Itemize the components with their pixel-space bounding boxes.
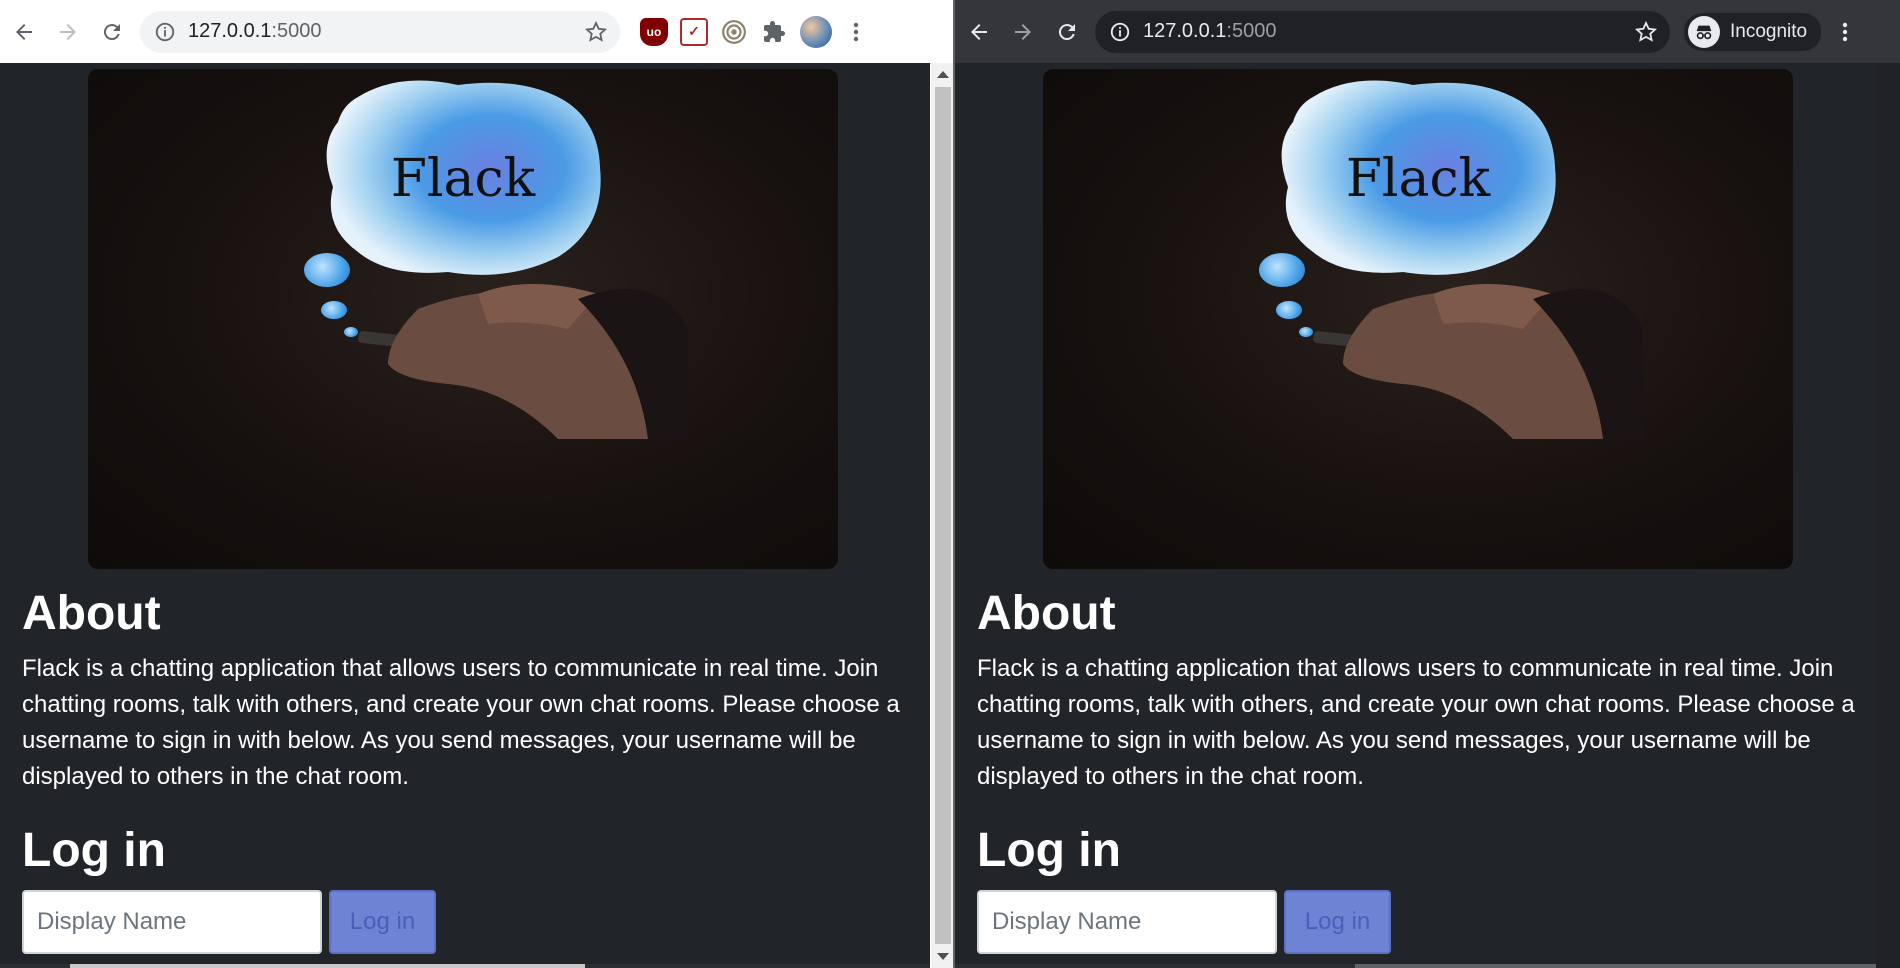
url-text: 127.0.0.1:5000 bbox=[188, 20, 322, 42]
bookmark-star-icon[interactable] bbox=[584, 20, 608, 44]
incognito-label: Incognito bbox=[1730, 20, 1808, 42]
reload-button[interactable] bbox=[92, 12, 132, 52]
browser-toolbar: 127.0.0.1:5000 uo ✓ bbox=[0, 0, 955, 64]
about-paragraph: Flack is a chatting application that all… bbox=[977, 655, 1855, 790]
url-text: 127.0.0.1:5000 bbox=[1143, 20, 1277, 42]
horizontal-scrollbar[interactable] bbox=[955, 964, 1885, 968]
about-paragraph: Flack is a chatting application that all… bbox=[22, 655, 900, 790]
reload-button[interactable] bbox=[1047, 12, 1087, 52]
login-button[interactable]: Log in bbox=[329, 890, 436, 954]
target-icon[interactable] bbox=[720, 18, 748, 46]
browser-window-right-incognito: 127.0.0.1:5000 Incognito Flack About Fla… bbox=[955, 0, 1900, 968]
forward-arrow-icon bbox=[60, 23, 76, 40]
back-button[interactable] bbox=[959, 12, 999, 52]
hero-image: Flack bbox=[1043, 69, 1793, 569]
vertical-scrollbar[interactable] bbox=[931, 63, 955, 968]
browser-window-left: 127.0.0.1:5000 uo ✓ Flack About Flack is… bbox=[0, 0, 955, 968]
vertical-scrollbar[interactable] bbox=[1876, 63, 1900, 968]
pocket-icon[interactable]: ✓ bbox=[680, 17, 708, 46]
thought-bubble bbox=[1276, 301, 1302, 319]
login-heading: Log in bbox=[977, 824, 1121, 877]
page-viewport: Flack About Flack is a chatting applicat… bbox=[0, 63, 930, 968]
horizontal-scrollbar[interactable] bbox=[0, 964, 930, 968]
address-bar[interactable]: 127.0.0.1:5000 bbox=[1095, 10, 1670, 53]
login-form: Log in bbox=[22, 890, 436, 954]
bookmark-star-icon[interactable] bbox=[1634, 20, 1658, 44]
hero-image: Flack bbox=[88, 69, 838, 569]
flack-logo-text: Flack bbox=[390, 149, 536, 209]
profile-avatar[interactable] bbox=[800, 15, 832, 48]
forward-arrow-icon bbox=[1015, 23, 1031, 40]
thought-bubble bbox=[344, 327, 358, 337]
horizontal-scrollbar-thumb[interactable] bbox=[70, 964, 585, 968]
address-bar[interactable]: 127.0.0.1:5000 bbox=[140, 10, 620, 53]
thought-bubble bbox=[321, 301, 347, 319]
display-name-input[interactable] bbox=[977, 890, 1277, 954]
info-icon[interactable] bbox=[154, 21, 176, 43]
thought-bubble bbox=[1259, 253, 1305, 287]
browser-menu-button[interactable] bbox=[842, 14, 870, 50]
about-heading: About bbox=[22, 587, 161, 640]
hands-phone-photo bbox=[358, 284, 688, 439]
browser-menu-button[interactable] bbox=[1831, 14, 1859, 50]
scroll-up-arrow[interactable] bbox=[937, 71, 949, 78]
login-button[interactable]: Log in bbox=[1284, 890, 1391, 954]
scrollbar-thumb[interactable] bbox=[935, 87, 951, 944]
kebab-menu-icon bbox=[1842, 22, 1848, 41]
browser-toolbar: 127.0.0.1:5000 Incognito bbox=[955, 0, 1900, 63]
horizontal-scrollbar-thumb[interactable] bbox=[1355, 964, 1885, 968]
display-name-input[interactable] bbox=[22, 890, 322, 954]
forward-button[interactable] bbox=[1003, 12, 1043, 52]
page-viewport: Flack About Flack is a chatting applicat… bbox=[955, 63, 1885, 968]
info-icon[interactable] bbox=[1109, 21, 1131, 43]
incognito-icon bbox=[1688, 15, 1720, 48]
flack-logo-text: Flack bbox=[1345, 149, 1491, 209]
thought-bubble bbox=[304, 253, 350, 287]
thought-cloud: Flack bbox=[1273, 77, 1563, 282]
reload-icon bbox=[103, 23, 120, 40]
kebab-menu-icon bbox=[853, 22, 859, 41]
hands-phone-photo bbox=[1313, 284, 1643, 439]
login-form: Log in bbox=[977, 890, 1391, 954]
login-heading: Log in bbox=[22, 824, 166, 877]
back-arrow-icon bbox=[16, 23, 32, 40]
extensions-puzzle-icon[interactable] bbox=[760, 18, 788, 46]
back-arrow-icon bbox=[971, 23, 987, 40]
scroll-down-arrow[interactable] bbox=[937, 953, 949, 960]
thought-bubble bbox=[1299, 327, 1313, 337]
incognito-badge[interactable]: Incognito bbox=[1684, 12, 1822, 51]
thought-cloud: Flack bbox=[318, 77, 608, 282]
back-button[interactable] bbox=[4, 12, 44, 52]
reload-icon bbox=[1058, 23, 1075, 40]
forward-button[interactable] bbox=[48, 12, 88, 52]
ublock-icon[interactable]: uo bbox=[640, 17, 668, 46]
about-heading: About bbox=[977, 587, 1116, 640]
